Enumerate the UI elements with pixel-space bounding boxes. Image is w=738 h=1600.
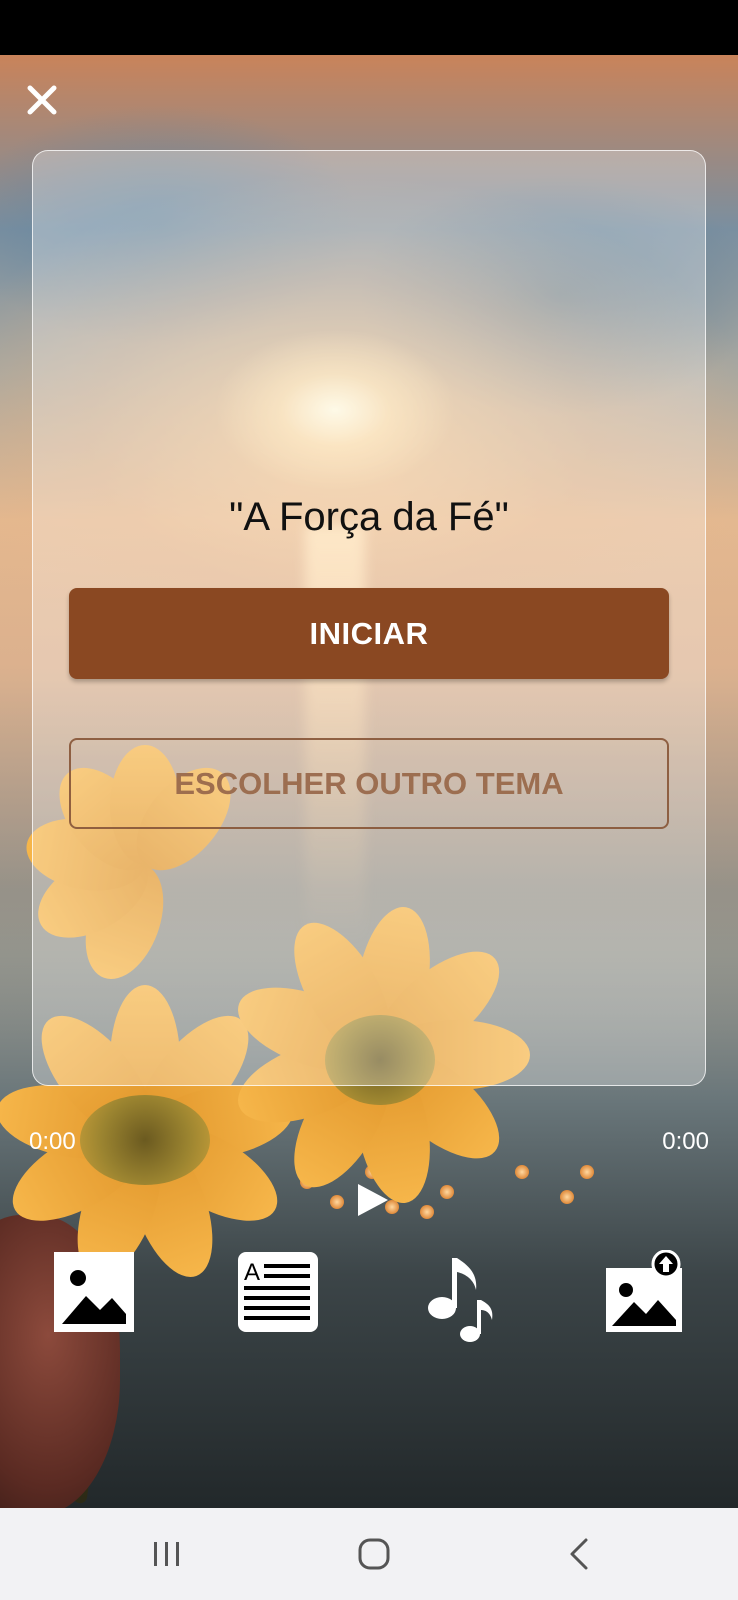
change-music-button[interactable] (420, 1250, 504, 1342)
image-icon (54, 1252, 134, 1332)
start-button[interactable]: INICIAR (69, 588, 669, 679)
close-icon (27, 85, 57, 115)
home-icon (358, 1538, 390, 1570)
recent-apps-icon (154, 1542, 179, 1566)
back-button[interactable] (550, 1528, 610, 1580)
home-button[interactable] (344, 1528, 404, 1580)
edit-text-button[interactable]: A (236, 1250, 320, 1334)
text-document-icon: A (238, 1252, 318, 1332)
upload-image-button[interactable] (604, 1249, 688, 1334)
svg-text:A: A (244, 1259, 260, 1286)
upload-image-icon (606, 1249, 682, 1332)
navigation-bar (0, 1508, 738, 1600)
total-time: 0:00 (662, 1128, 709, 1155)
theme-title: "A Força da Fé" (229, 495, 509, 539)
choose-theme-button[interactable]: ESCOLHER OUTRO TEMA (69, 738, 669, 829)
back-icon (570, 1538, 588, 1570)
music-note-icon (428, 1258, 493, 1342)
change-image-button[interactable] (52, 1250, 136, 1334)
recent-apps-button[interactable] (136, 1528, 196, 1580)
play-button[interactable] (352, 1180, 392, 1220)
play-icon (358, 1184, 388, 1216)
status-bar (0, 0, 738, 55)
close-button[interactable] (22, 80, 62, 120)
current-time: 0:00 (29, 1128, 76, 1155)
